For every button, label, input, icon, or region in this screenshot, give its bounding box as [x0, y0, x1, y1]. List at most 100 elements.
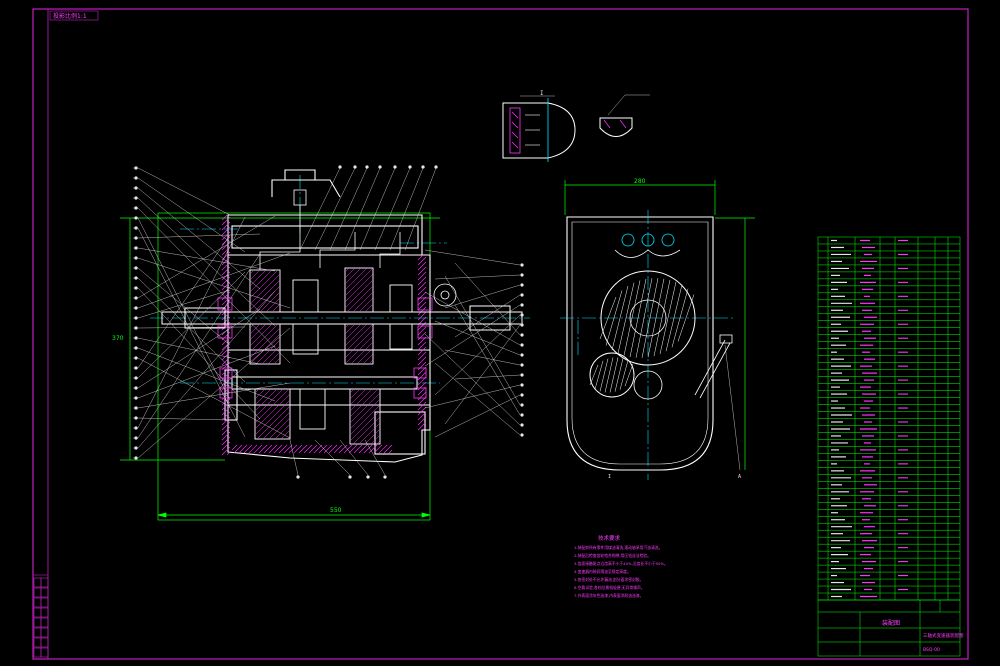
leader-balloon: [520, 283, 524, 287]
gearbox-housing: [224, 169, 431, 463]
end-view: 280 A I: [560, 178, 755, 480]
side-cell: [33, 637, 42, 648]
leader-balloon: [520, 303, 524, 307]
side-cell: [40, 587, 49, 598]
leader-balloon: [134, 456, 138, 460]
side-cell: [40, 597, 49, 608]
leader-balloon: [408, 165, 412, 169]
leader-balloon: [134, 176, 138, 180]
detail-view-i: I: [502, 90, 576, 162]
leader-balloon: [520, 273, 524, 277]
gear-hatch: [249, 267, 381, 445]
leader-lines-bottom: [289, 439, 387, 479]
note-line: 4.变速器内装润滑油至规定高度。: [574, 569, 631, 574]
leader-balloon: [134, 336, 138, 340]
title-block-drawing-code: BSQ-00: [923, 647, 940, 653]
leader-balloon: [134, 326, 138, 330]
side-cell: [33, 627, 42, 638]
gear-set: [249, 267, 413, 445]
side-cell: [40, 617, 49, 628]
side-cell: [33, 647, 42, 658]
dim-height-text: 370: [112, 335, 124, 342]
leader-balloon: [134, 316, 138, 320]
leader-lines-left: [133, 166, 291, 460]
note-line: 5.各密封处不允许漏油,剖分面涂密封胶。: [574, 577, 643, 582]
leader-balloon: [353, 165, 357, 169]
leader-balloon: [520, 353, 524, 357]
leader-balloon: [520, 383, 524, 387]
main-centerlines: [150, 175, 530, 384]
leader-balloon: [134, 246, 138, 250]
leader-balloon: [520, 313, 524, 317]
technical-notes: 技术要求 1.装配前所有零件用煤油清洗,滚动轴承用汽油清洗。 2.装配后检查齿轮啮…: [574, 534, 668, 598]
notes-title: 技术要求: [598, 534, 621, 542]
housing-hatch: [221, 214, 427, 456]
cad-drawing-canvas: 投影比例1:1 550 370 I 280 A I 技术要求 1.装配前所有零件…: [32, 8, 969, 660]
parts-list-table: [817, 236, 961, 601]
section-view-main: 550 370: [112, 165, 530, 521]
leader-balloon: [520, 333, 524, 337]
end-view-label: A: [738, 474, 741, 480]
leader-balloon: [134, 446, 138, 450]
side-cell: [33, 597, 42, 608]
leader-balloon: [348, 475, 352, 479]
leader-balloon: [134, 266, 138, 270]
side-cell: [40, 577, 49, 588]
leader-balloon: [421, 165, 425, 169]
side-binding-columns: [33, 574, 49, 658]
leader-balloon: [134, 416, 138, 420]
note-line: 2.装配后检查齿轮啮合侧隙,用压铅丝法检验。: [574, 553, 651, 558]
leader-balloon: [520, 423, 524, 427]
leader-balloon: [520, 263, 524, 267]
leader-balloon: [378, 165, 382, 169]
title-block-drawing-name: 三轴式变速器装配图: [923, 632, 964, 639]
leader-balloon: [393, 165, 397, 169]
leader-balloon: [134, 396, 138, 400]
leader-balloon: [520, 373, 524, 377]
leader-balloon: [134, 426, 138, 430]
side-cell: [40, 627, 49, 638]
leader-balloon: [134, 186, 138, 190]
leader-balloon: [134, 196, 138, 200]
leader-balloon: [365, 165, 369, 169]
svg-text:I: I: [608, 474, 611, 480]
leader-balloon: [134, 436, 138, 440]
leader-balloon: [134, 286, 138, 290]
leader-balloon: [134, 376, 138, 380]
leader-balloon: [134, 346, 138, 350]
corner-stamp: 投影比例1:1: [49, 10, 99, 21]
detail-view-ii: [599, 94, 650, 137]
note-line: 1.装配前所有零件用煤油清洗,滚动轴承用汽油清洗。: [574, 545, 662, 550]
leader-balloon: [520, 343, 524, 347]
leader-balloon: [134, 216, 138, 220]
leader-balloon: [134, 226, 138, 230]
leader-balloon: [366, 475, 370, 479]
input-output-shaft: [161, 305, 523, 390]
leader-balloon: [520, 403, 524, 407]
note-line: 7.外表面涂灰色油漆,内表面涂耐油油漆。: [574, 593, 643, 598]
leader-balloon: [383, 475, 387, 479]
leader-balloon: [134, 276, 138, 280]
main-dimensions: [120, 212, 440, 521]
end-view-dim-text: 280: [634, 178, 646, 185]
leader-balloon: [134, 236, 138, 240]
side-cell: [33, 607, 42, 618]
leader-balloon: [134, 366, 138, 370]
leader-balloon: [296, 475, 300, 479]
leader-balloon: [134, 166, 138, 170]
leader-balloon: [134, 386, 138, 390]
dim-length-text: 550: [330, 507, 342, 514]
bearings: [217, 283, 457, 399]
side-cell: [33, 587, 42, 598]
leader-balloon: [520, 433, 524, 437]
leader-balloon: [520, 323, 524, 327]
leader-lines-top: [299, 165, 438, 251]
leader-balloon: [134, 406, 138, 410]
leader-balloon: [520, 393, 524, 397]
leader-balloon: [520, 413, 524, 417]
side-cell: [33, 617, 42, 628]
side-cell: [33, 577, 42, 588]
note-line: 6.空载试验,各档位换档轻便,无异常噪声。: [574, 585, 645, 590]
leader-balloon: [134, 206, 138, 210]
leader-balloon: [134, 356, 138, 360]
